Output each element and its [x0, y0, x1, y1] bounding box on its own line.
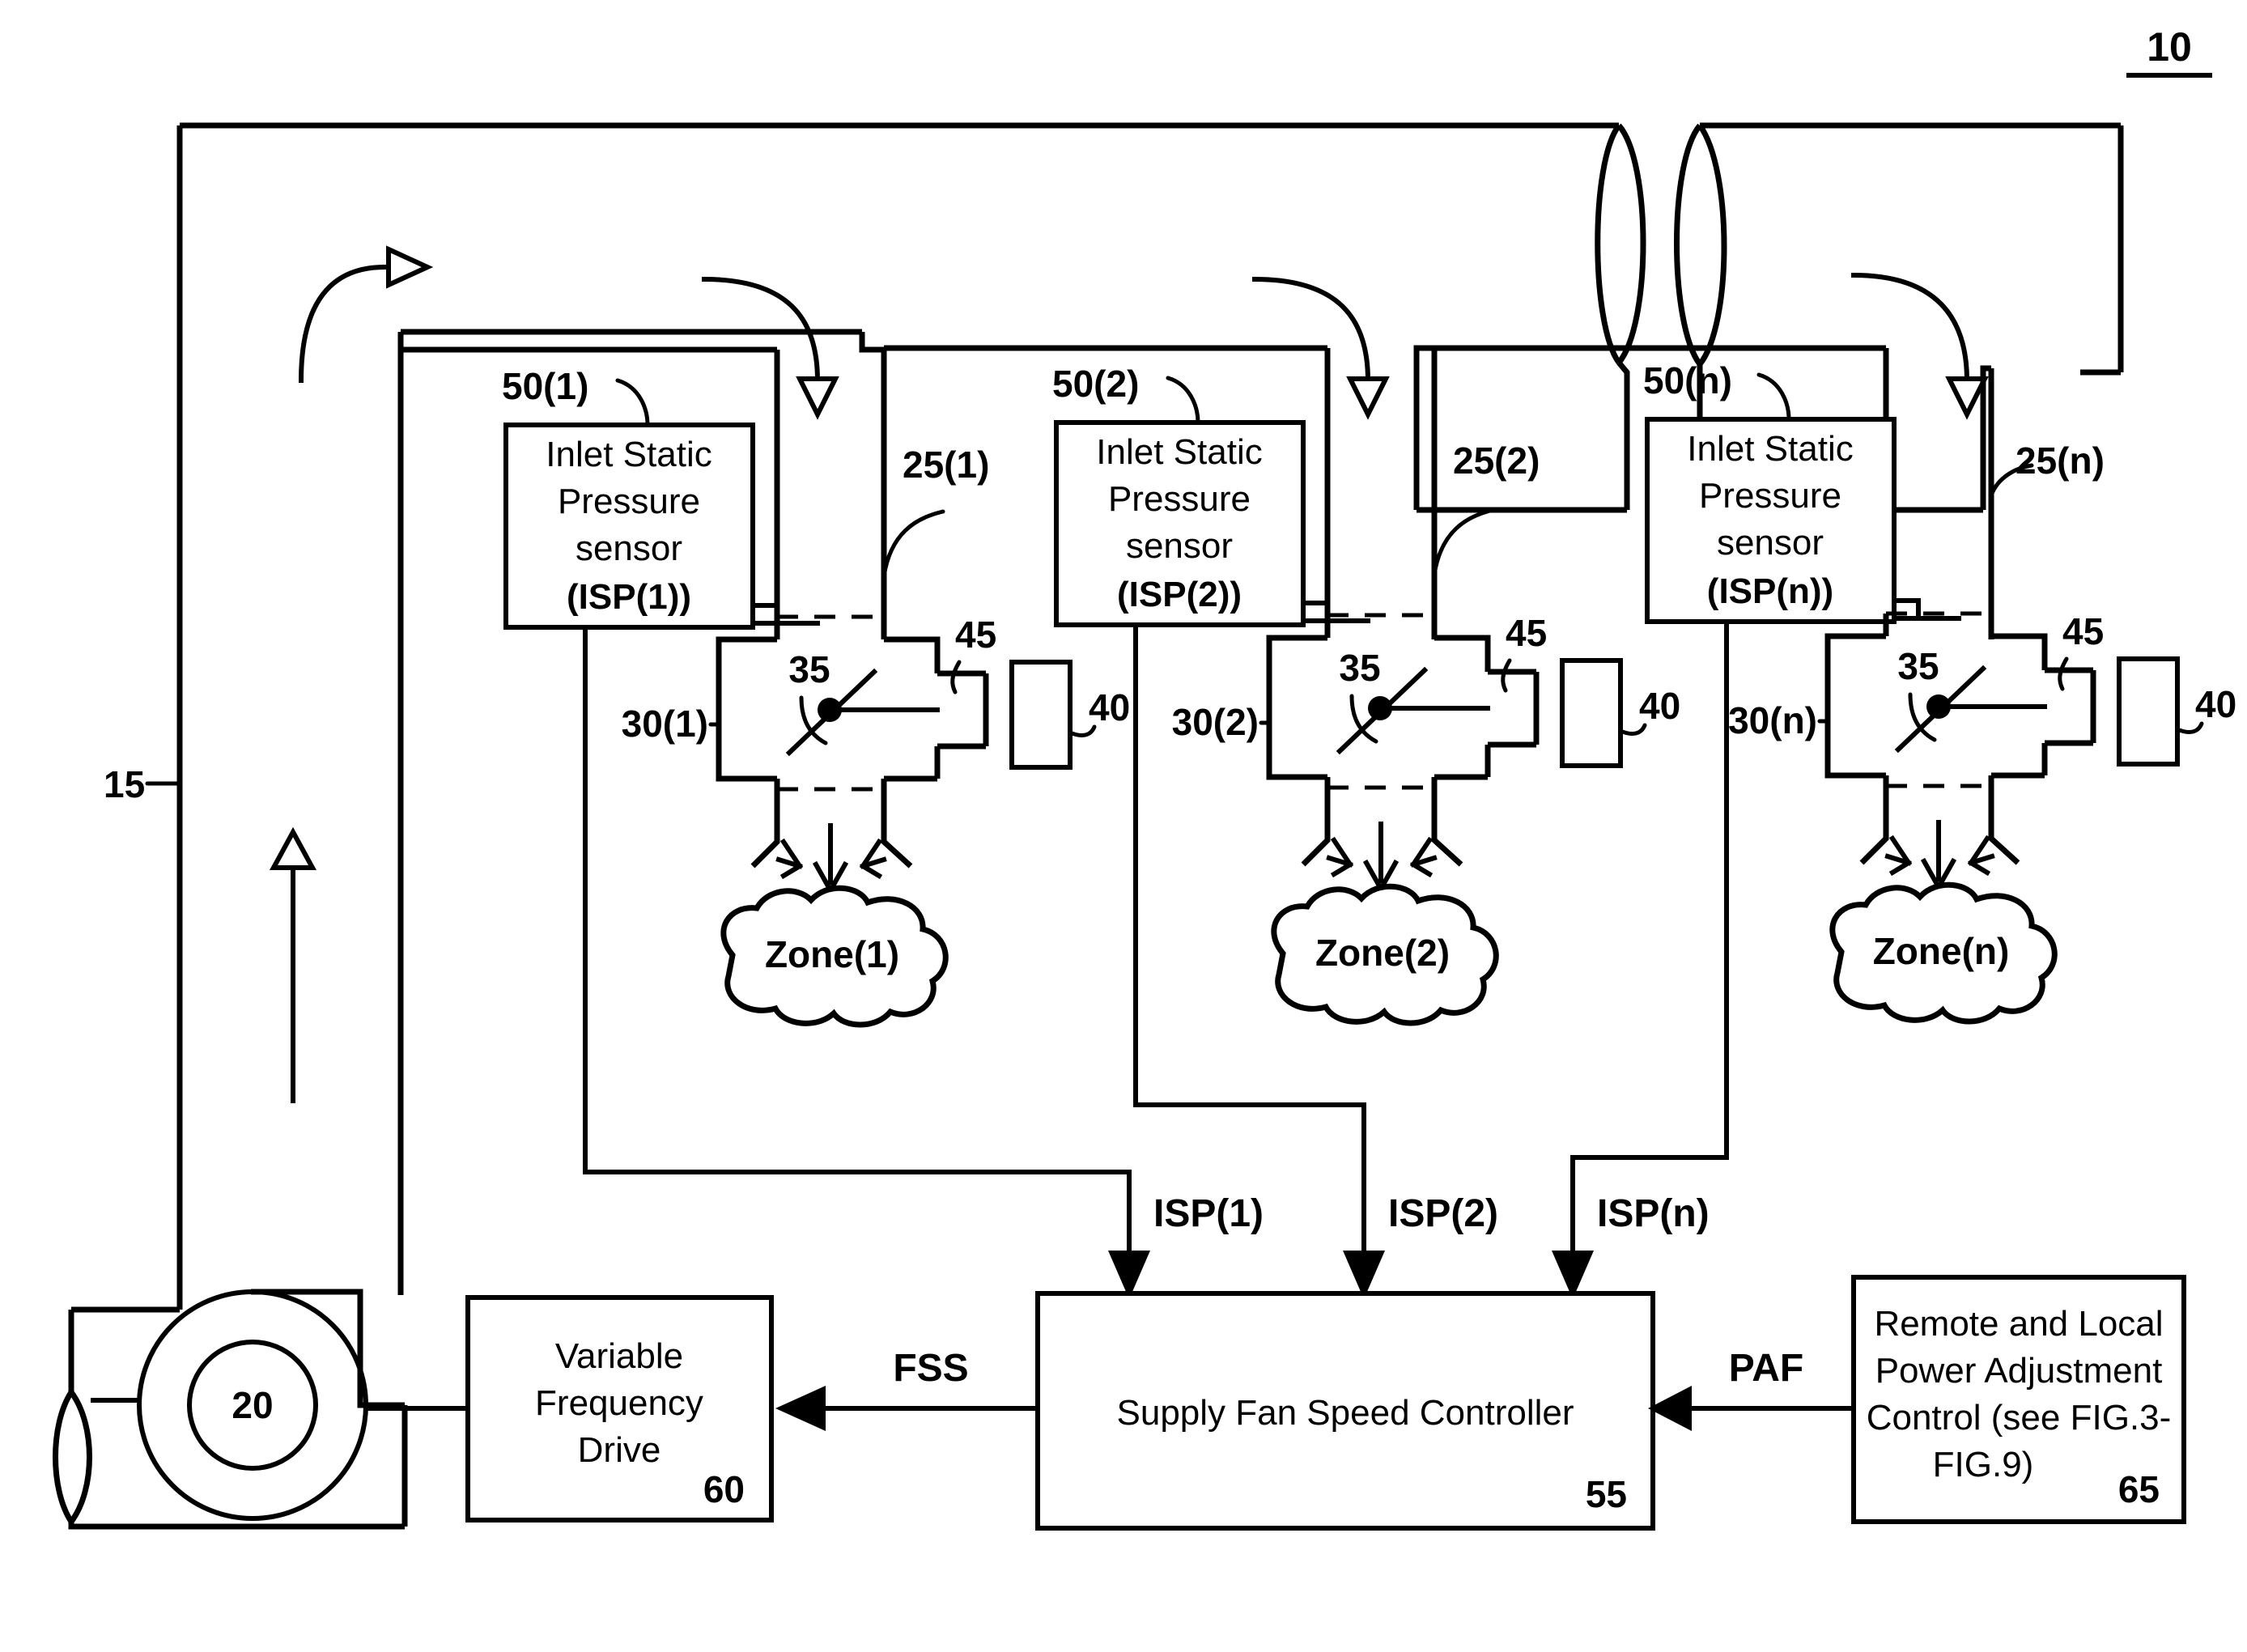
main-supply-duct — [176, 122, 1619, 1310]
flow-arrow-right-top — [298, 245, 434, 384]
signal-label-isp-n: ISP(n) — [1597, 1192, 1710, 1235]
fan-ref-label: 20 — [231, 1384, 273, 1426]
svg-text:Supply Fan Speed Controller: Supply Fan Speed Controller — [1117, 1393, 1574, 1433]
svg-text:Zone(n): Zone(n) — [1873, 930, 2010, 972]
actuator-box-2 — [1560, 658, 1623, 768]
controller-block: Supply Fan Speed Controller 55 — [1035, 1291, 1655, 1531]
ref-label-45-2: 45 — [1506, 612, 1547, 654]
svg-text:Power Adjustment: Power Adjustment — [1875, 1351, 2163, 1391]
svg-text:sensor: sensor — [576, 529, 682, 568]
figure-number: 10 — [2126, 24, 2212, 78]
zone-group-2: 25(2) Inlet Static Pressure sensor (ISP(… — [884, 345, 1680, 1299]
ref-label-50-1: 50(1) — [502, 365, 588, 407]
actuator-box-n — [2117, 656, 2180, 767]
ref-label-30-n: 30(n) — [1728, 699, 1817, 741]
ref-label-45-1: 45 — [955, 614, 996, 656]
svg-text:15: 15 — [104, 763, 145, 805]
svg-text:Control (see FIG.3-: Control (see FIG.3- — [1867, 1398, 2172, 1438]
ref-label-50-2: 50(2) — [1052, 363, 1139, 405]
svg-text:Remote and Local: Remote and Local — [1874, 1304, 2163, 1344]
signal-label-isp-2: ISP(2) — [1388, 1192, 1498, 1235]
ref-label-35-1: 35 — [788, 648, 830, 690]
svg-text:PAF: PAF — [1729, 1347, 1803, 1390]
ref-label-45-n: 45 — [2062, 610, 2104, 652]
ref-label-35-2: 35 — [1339, 647, 1380, 689]
svg-text:FIG.9): FIG.9) — [1933, 1445, 2034, 1484]
actuator-box-1 — [1009, 660, 1073, 770]
ref-label-50-n: 50(n) — [1643, 359, 1732, 401]
svg-text:(ISP(2)): (ISP(2)) — [1117, 575, 1242, 614]
patent-figure-canvas: 20 15 10 25(1) Inlet Static Pressure sen… — [0, 0, 2247, 1652]
ref-label-30-2: 30(2) — [1172, 701, 1259, 743]
svg-text:FSS: FSS — [893, 1347, 968, 1390]
svg-text:Pressure: Pressure — [1108, 479, 1251, 519]
ref-label-25-1: 25(1) — [903, 444, 989, 486]
svg-text:Pressure: Pressure — [1699, 476, 1841, 516]
svg-text:Inlet Static: Inlet Static — [1096, 432, 1262, 472]
ref-label-30-1: 30(1) — [622, 703, 708, 745]
svg-text:Zone(1): Zone(1) — [765, 933, 899, 975]
ref-label-40-1: 40 — [1089, 686, 1130, 728]
ref-label-25-2: 25(2) — [1453, 440, 1540, 482]
branch-flow-arrow-n — [1850, 272, 1989, 420]
power-adjust-block: Remote and Local Power Adjustment Contro… — [1851, 1275, 2186, 1524]
svg-text:sensor: sensor — [1126, 526, 1233, 566]
ref-label-40-n: 40 — [2195, 683, 2236, 725]
ref-label-65: 65 — [2118, 1468, 2160, 1510]
zone-group-n: 25(n) Inlet Static Pressure sensor (ISP(… — [1434, 345, 2236, 1299]
ref-label-40-2: 40 — [1639, 685, 1680, 727]
flow-arrow-up — [269, 826, 317, 1103]
svg-text:Drive: Drive — [578, 1430, 661, 1470]
paf-signal: PAF — [1648, 1347, 1856, 1431]
ref-label-15: 15 — [104, 763, 182, 805]
svg-text:10: 10 — [2147, 24, 2192, 70]
fss-signal: FSS — [775, 1347, 1040, 1431]
svg-text:Inlet Static: Inlet Static — [1687, 429, 1853, 469]
svg-text:Zone(2): Zone(2) — [1315, 932, 1450, 974]
svg-text:Variable: Variable — [555, 1336, 683, 1376]
ref-label-55: 55 — [1586, 1473, 1627, 1515]
ref-label-60: 60 — [703, 1468, 745, 1510]
supply-fan-assembly: 20 — [53, 1289, 408, 1530]
svg-text:Pressure: Pressure — [558, 482, 700, 521]
svg-text:sensor: sensor — [1717, 523, 1824, 563]
svg-text:Inlet Static: Inlet Static — [546, 435, 711, 474]
svg-text:Frequency: Frequency — [535, 1383, 703, 1423]
ref-label-35-n: 35 — [1897, 645, 1939, 687]
signal-label-isp-1: ISP(1) — [1153, 1192, 1264, 1235]
ref-label-25-n: 25(n) — [2016, 440, 2105, 482]
svg-text:(ISP(1)): (ISP(1)) — [567, 577, 691, 617]
svg-text:(ISP(n)): (ISP(n)) — [1707, 571, 1833, 611]
vfd-block: Variable Frequency Drive 60 — [465, 1295, 774, 1522]
